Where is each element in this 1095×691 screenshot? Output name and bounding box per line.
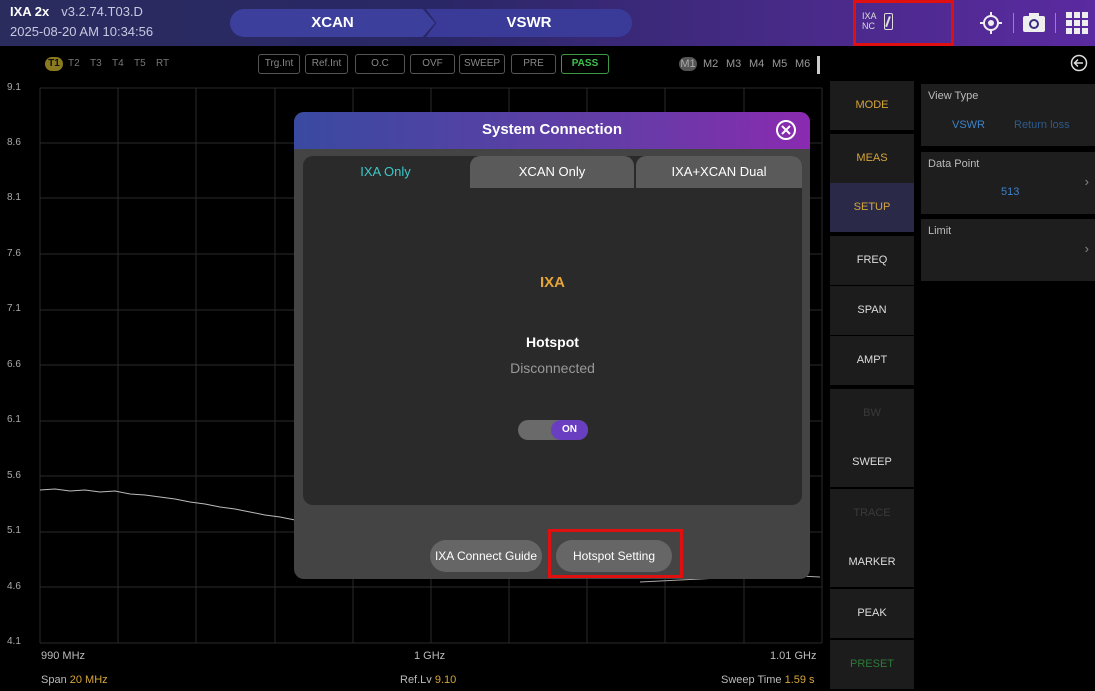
y-tick: 4.6 — [7, 581, 21, 592]
breadcrumb-vswr[interactable]: VSWR — [426, 9, 632, 37]
status-ovf: OVF — [410, 54, 455, 74]
tab-ixa-only[interactable]: IXA Only — [303, 156, 468, 188]
app-title: IXA 2x v3.2.74.T03.D — [10, 4, 143, 19]
status-oc: O.C — [355, 54, 405, 74]
marker-m5[interactable]: M5 — [772, 58, 787, 70]
status-pre: PRE — [511, 54, 556, 74]
menu-freq[interactable]: FREQ — [830, 236, 914, 285]
x-end-label: 1.01 GHz — [770, 650, 817, 662]
data-point-label: Data Point — [928, 158, 980, 170]
system-connection-dialog: System Connection IXA Only XCAN Only IXA… — [294, 112, 810, 579]
ixa-connect-guide-button[interactable]: IXA Connect Guide — [430, 540, 542, 572]
chevron-right-icon: › — [1084, 241, 1089, 256]
dialog-header: System Connection — [294, 112, 810, 149]
breadcrumb-xcan[interactable]: XCAN — [230, 9, 435, 37]
y-tick: 5.6 — [7, 470, 21, 481]
datetime: 2025-08-20 AM 10:34:56 — [10, 24, 154, 39]
menu-mode[interactable]: MODE — [830, 81, 914, 130]
menu-preset[interactable]: PRESET — [830, 640, 914, 689]
marker-m2[interactable]: M2 — [703, 58, 718, 70]
marker-divider — [817, 56, 820, 74]
marker-m6[interactable]: M6 — [795, 58, 810, 70]
y-tick: 7.1 — [7, 303, 21, 314]
menu-sweep[interactable]: SWEEP — [830, 438, 914, 487]
view-type-setting[interactable]: View Type VSWR Return loss — [921, 84, 1095, 146]
y-tick: 8.6 — [7, 137, 21, 148]
breadcrumb: XCAN VSWR — [230, 9, 632, 37]
trace-t4[interactable]: T4 — [112, 58, 124, 69]
x-center-label: 1 GHz — [414, 650, 446, 662]
data-point-setting[interactable]: Data Point 513 › — [921, 152, 1095, 214]
trace-t2[interactable]: T2 — [68, 58, 80, 69]
view-type-label: View Type — [928, 90, 979, 102]
trace-rt[interactable]: RT — [156, 58, 169, 69]
status-pass: PASS — [561, 54, 609, 74]
y-tick: 8.1 — [7, 192, 21, 203]
status-trg-int: Trg.Int — [258, 54, 300, 74]
divider — [1013, 13, 1014, 33]
sweep-time-readout[interactable]: Sweep Time 1.59 s — [721, 674, 815, 686]
view-type-vswr-option[interactable]: VSWR — [952, 119, 985, 131]
view-type-return-loss-option[interactable]: Return loss — [1014, 119, 1070, 131]
menu-trace[interactable]: TRACE — [830, 489, 914, 538]
menu-marker[interactable]: MARKER — [830, 538, 914, 587]
y-tick: 5.1 — [7, 525, 21, 536]
hotspot-toggle[interactable]: ON — [518, 420, 588, 440]
hotspot-label: Hotspot — [526, 334, 579, 350]
connection-highlight — [853, 0, 954, 46]
tab-ixa-xcan-dual[interactable]: IXA+XCAN Dual — [636, 156, 802, 188]
limit-label: Limit — [928, 225, 952, 237]
hotspot-status: Disconnected — [510, 360, 595, 376]
status-sweep: SWEEP — [459, 54, 505, 74]
menu-meas[interactable]: MEAS — [830, 134, 914, 183]
data-point-value: 513 — [1001, 186, 1020, 198]
menu-ampt[interactable]: AMPT — [830, 336, 914, 385]
chevron-right-icon: › — [1084, 174, 1089, 189]
y-tick: 6.6 — [7, 359, 21, 370]
crosshair-icon[interactable] — [978, 10, 1004, 36]
marker-m3[interactable]: M3 — [726, 58, 741, 70]
y-tick: 4.1 — [7, 636, 21, 647]
menu-peak[interactable]: PEAK — [830, 589, 914, 638]
status-ref-int: Ref.Int — [305, 54, 348, 74]
marker-m1[interactable]: M1 — [679, 57, 697, 71]
tab-xcan-only[interactable]: XCAN Only — [470, 156, 634, 188]
menu-span[interactable]: SPAN — [830, 286, 914, 335]
back-arrow-icon[interactable] — [1070, 54, 1088, 72]
y-tick: 9.1 — [7, 82, 21, 93]
toggle-knob: ON — [551, 420, 588, 440]
limit-setting[interactable]: Limit › — [921, 219, 1095, 281]
device-title: IXA — [539, 274, 565, 291]
trace-t5[interactable]: T5 — [134, 58, 146, 69]
menu-setup[interactable]: SETUP — [830, 183, 914, 232]
grid-menu-icon[interactable] — [1064, 10, 1090, 36]
x-start-label: 990 MHz — [41, 650, 86, 662]
ref-level-readout[interactable]: Ref.Lv 9.10 — [400, 674, 456, 686]
y-tick: 7.6 — [7, 248, 21, 259]
connection-panel: IXA Only XCAN Only IXA+XCAN Dual IXA Hot… — [303, 156, 802, 505]
app-version: v3.2.74.T03.D — [61, 4, 143, 19]
divider — [1055, 13, 1056, 33]
trace-status-row: T1 T2 T3 T4 T5 RT Trg.Int Ref.Int O.C OV… — [0, 48, 830, 78]
trace-t3[interactable]: T3 — [90, 58, 102, 69]
close-circle-icon[interactable] — [775, 119, 797, 141]
y-tick: 6.1 — [7, 414, 21, 425]
camera-icon[interactable] — [1021, 10, 1047, 36]
dialog-title: System Connection — [481, 121, 623, 138]
span-readout[interactable]: Span 20 MHz — [41, 674, 108, 686]
hotspot-setting-highlight — [548, 529, 683, 578]
trace-t1[interactable]: T1 — [45, 57, 63, 71]
menu-bw[interactable]: BW — [830, 389, 914, 438]
vswr-trace — [39, 488, 296, 521]
marker-m4[interactable]: M4 — [749, 58, 764, 70]
